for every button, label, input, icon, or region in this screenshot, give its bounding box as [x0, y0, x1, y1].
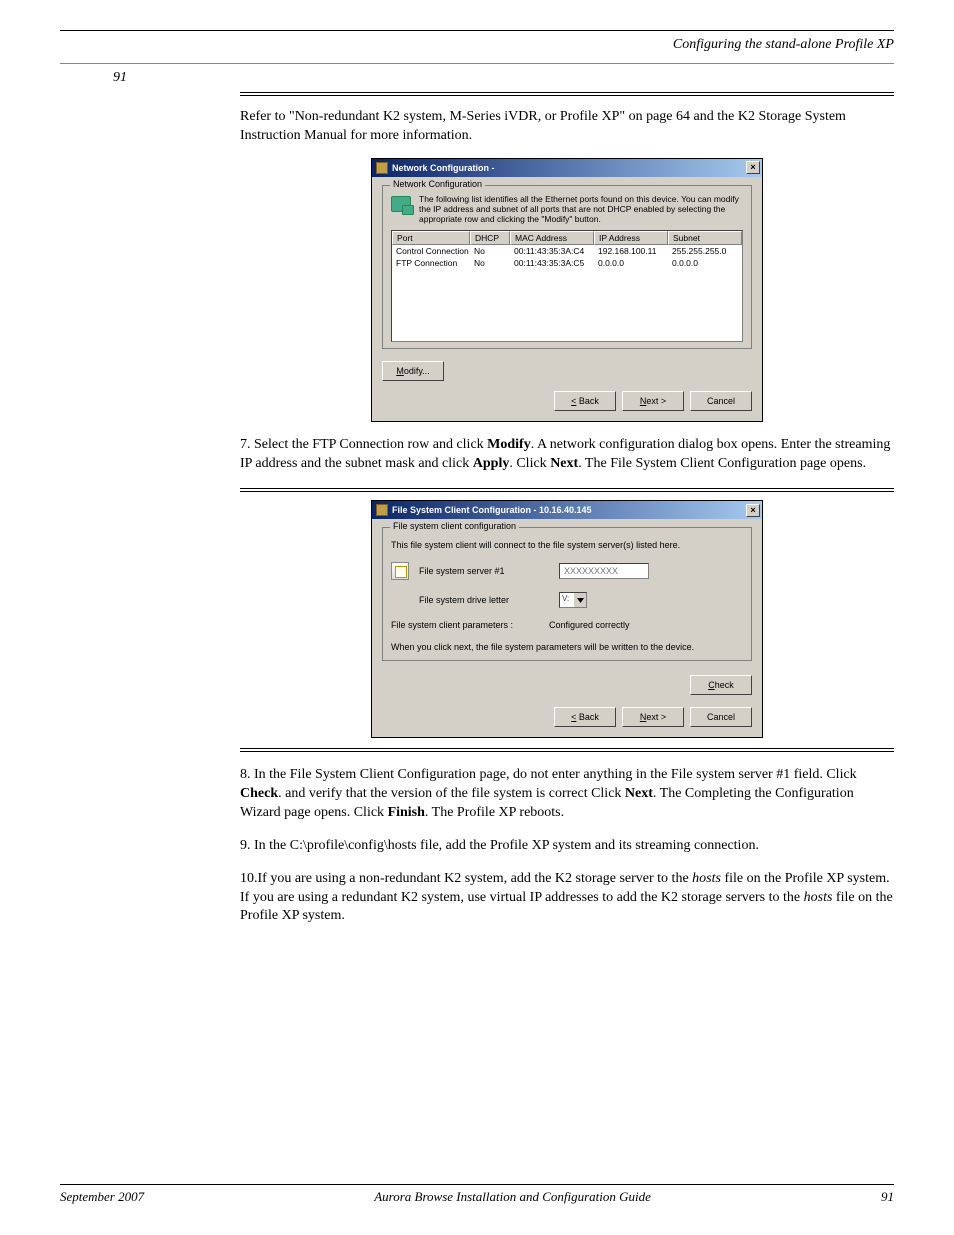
- check-button[interactable]: Check: [690, 675, 752, 695]
- double-rule-top-2: [240, 95, 894, 96]
- fs-client-group: File system client configuration This fi…: [382, 527, 752, 661]
- modify-button[interactable]: Modify...: [382, 361, 444, 381]
- double-rule-mid-1: [240, 488, 894, 489]
- cancel-button[interactable]: Cancel: [690, 707, 752, 727]
- footer-page: 91: [881, 1189, 894, 1205]
- cancel-button[interactable]: Cancel: [690, 391, 752, 411]
- dialog-titlebar[interactable]: Network Configuration - ×: [372, 159, 762, 177]
- col-dhcp[interactable]: DHCP: [470, 231, 510, 245]
- header-rule-thick: [60, 30, 894, 31]
- step-7: 7. Select the FTP Connection row and cli…: [240, 436, 894, 474]
- double-rule-top-1: [240, 92, 894, 93]
- header-section-title: Configuring the stand-alone Profile XP: [60, 37, 894, 53]
- close-icon[interactable]: ×: [746, 504, 760, 517]
- network-config-dialog: Network Configuration - × Network Config…: [371, 158, 763, 423]
- app-icon: [376, 162, 388, 174]
- group-legend: Network Configuration: [390, 179, 485, 189]
- double-rule-mid-2: [240, 491, 894, 492]
- dialog-title: Network Configuration -: [392, 163, 495, 173]
- step-8: 8. In the File System Client Configurati…: [240, 766, 894, 823]
- port-listview[interactable]: Port DHCP MAC Address IP Address Subnet …: [391, 230, 743, 342]
- fs-params-value: Configured correctly: [549, 620, 630, 630]
- back-button[interactable]: < Back: [554, 707, 616, 727]
- network-config-group: Network Configuration The following list…: [382, 185, 752, 350]
- footer-title: Aurora Browse Installation and Configura…: [374, 1189, 651, 1205]
- col-ip[interactable]: IP Address: [594, 231, 668, 245]
- drive-icon: [391, 562, 409, 580]
- table-row[interactable]: FTP Connection No 00:11:43:35:3A:C5 0.0.…: [392, 257, 742, 269]
- col-mac[interactable]: MAC Address: [510, 231, 594, 245]
- page-number: 91: [60, 70, 180, 86]
- next-button[interactable]: Next >: [622, 391, 684, 411]
- network-desc: The following list identifies all the Et…: [419, 194, 743, 225]
- footer-date: September 2007: [60, 1189, 144, 1205]
- fs-drive-label: File system drive letter: [419, 595, 549, 605]
- next-button[interactable]: Next >: [622, 707, 684, 727]
- dialog-title: File System Client Configuration - 10.16…: [392, 505, 592, 515]
- fs-drive-value: V:: [560, 593, 571, 607]
- header-rule-thin: [60, 63, 894, 64]
- col-port[interactable]: Port: [392, 231, 470, 245]
- fs-desc-1: This file system client will connect to …: [391, 540, 743, 550]
- back-button[interactable]: < Back: [554, 391, 616, 411]
- listview-header[interactable]: Port DHCP MAC Address IP Address Subnet: [392, 231, 742, 245]
- double-rule-bot-2: [240, 751, 894, 752]
- dialog-titlebar[interactable]: File System Client Configuration - 10.16…: [372, 501, 762, 519]
- app-icon: [376, 504, 388, 516]
- network-icon: [391, 196, 411, 212]
- double-rule-bot-1: [240, 748, 894, 749]
- close-icon[interactable]: ×: [746, 161, 760, 174]
- table-row[interactable]: Control Connection No 00:11:43:35:3A:C4 …: [392, 245, 742, 257]
- chevron-down-icon[interactable]: [573, 593, 586, 607]
- step-9: 9. In the C:\profile\config\hosts file, …: [240, 837, 894, 856]
- cross-ref-paragraph: Refer to "Non-redundant K2 system, M-Ser…: [240, 108, 894, 146]
- footer: September 2007 Aurora Browse Installatio…: [60, 1185, 894, 1205]
- fs-drive-select[interactable]: V:: [559, 592, 587, 608]
- step-10: 10.If you are using a non-redundant K2 s…: [240, 870, 894, 927]
- col-subnet[interactable]: Subnet: [668, 231, 742, 245]
- fs-params-label: File system client parameters :: [391, 620, 539, 630]
- fs-desc-2: When you click next, the file system par…: [391, 642, 743, 652]
- group-legend: File system client configuration: [390, 521, 519, 531]
- fs-server-label: File system server #1: [419, 566, 549, 576]
- fs-client-dialog: File System Client Configuration - 10.16…: [371, 500, 763, 738]
- fs-server-input[interactable]: [559, 563, 649, 579]
